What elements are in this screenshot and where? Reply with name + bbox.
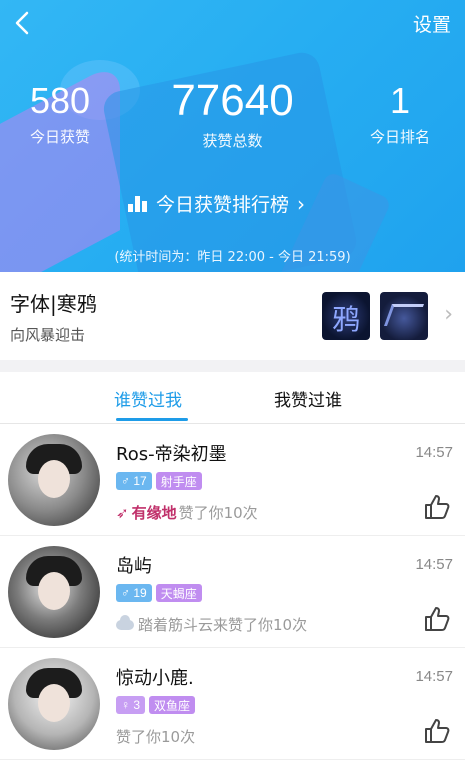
list-item[interactable]: 惊动小鹿. 14:57 ♀ 3 双鱼座 赞了你10次 bbox=[0, 648, 465, 760]
avatar[interactable] bbox=[8, 546, 100, 638]
font-title: 字体|寒鸦 bbox=[10, 292, 97, 316]
total-likes-stat: 77640 获赞总数 bbox=[150, 76, 315, 151]
user-name: 岛屿 bbox=[116, 556, 152, 577]
user-name: 惊动小鹿. bbox=[116, 668, 194, 689]
like-count-text: 踏着筋斗云来赞了你10次 bbox=[138, 616, 308, 634]
fate-prefix: 有缘地 bbox=[131, 504, 177, 522]
zodiac-badge: 天蝎座 bbox=[155, 584, 202, 602]
thumbs-up-icon[interactable] bbox=[423, 494, 451, 520]
avatar[interactable] bbox=[8, 434, 100, 526]
tab-i-liked-who[interactable]: 我赞过谁 bbox=[274, 386, 342, 411]
chevron-right-icon: › bbox=[444, 302, 453, 327]
like-tabs: 谁赞过我 我赞过谁 bbox=[0, 372, 465, 424]
like-time: 14:57 bbox=[415, 444, 453, 461]
bar-chart-icon bbox=[128, 195, 148, 212]
user-name: Ros-帝染初墨 bbox=[116, 444, 227, 465]
like-description: 赞了你10次 bbox=[116, 726, 195, 747]
list-item[interactable]: Ros-帝染初墨 14:57 ♂ 17 射手座 ➶ 有缘地 赞了你10次 bbox=[0, 424, 465, 536]
crow-glyph-icon: 鸦 bbox=[332, 303, 361, 336]
crow-wing-icon bbox=[383, 304, 425, 326]
gender-age-badge: ♂ 19 bbox=[116, 584, 152, 602]
user-badges: ♂ 19 天蝎座 bbox=[116, 584, 202, 602]
like-count-text: 赞了你10次 bbox=[178, 504, 258, 522]
today-likes-stat: 580 今日获赞 bbox=[20, 80, 100, 147]
back-button[interactable] bbox=[10, 8, 34, 38]
user-badges: ♀ 3 双鱼座 bbox=[116, 696, 196, 714]
today-likes-value: 580 bbox=[29, 80, 91, 121]
gender-age-badge: ♀ 3 bbox=[116, 696, 146, 714]
today-rank-stat: 1 今日排名 bbox=[360, 80, 440, 147]
chevron-right-icon: › bbox=[297, 191, 306, 216]
tab-who-liked-me[interactable]: 谁赞过我 bbox=[114, 386, 182, 411]
total-likes-label: 获赞总数 bbox=[202, 132, 263, 150]
zodiac-badge: 双鱼座 bbox=[149, 696, 196, 714]
stat-period-note: (统计时间为：昨日 22:00 - 今日 21:59) bbox=[114, 250, 351, 265]
thumbs-up-icon[interactable] bbox=[423, 718, 451, 744]
today-likes-label: 今日获赞 bbox=[29, 128, 90, 146]
like-stats-header: 设置 580 今日获赞 77640 获赞总数 1 今日排名 今日获赞排行榜 › … bbox=[0, 0, 465, 272]
today-rank-label: 今日排名 bbox=[369, 128, 430, 146]
ranking-label: 今日获赞排行榜 bbox=[156, 194, 290, 216]
font-card[interactable]: 字体|寒鸦 向风暴迎击 鸦 › bbox=[0, 272, 465, 360]
zodiac-badge: 射手座 bbox=[155, 472, 202, 490]
active-tab-indicator bbox=[116, 418, 188, 421]
like-description: 踏着筋斗云来赞了你10次 bbox=[116, 614, 307, 635]
cupid-arrow-icon: ➶ bbox=[116, 503, 129, 522]
chevron-left-icon bbox=[15, 11, 29, 35]
list-item[interactable]: 岛屿 14:57 ♂ 19 天蝎座 踏着筋斗云来赞了你10次 bbox=[0, 536, 465, 648]
cloud-icon bbox=[116, 614, 134, 630]
gender-age-badge: ♂ 17 bbox=[116, 472, 152, 490]
like-time: 14:57 bbox=[415, 556, 453, 573]
like-count-text: 赞了你10次 bbox=[116, 728, 196, 746]
ranking-link[interactable]: 今日获赞排行榜 › bbox=[128, 190, 305, 217]
likes-list: Ros-帝染初墨 14:57 ♂ 17 射手座 ➶ 有缘地 赞了你10次 岛屿 … bbox=[0, 424, 465, 760]
avatar[interactable] bbox=[8, 658, 100, 750]
user-badges: ♂ 17 射手座 bbox=[116, 472, 202, 490]
total-likes-value: 77640 bbox=[171, 76, 294, 125]
like-time: 14:57 bbox=[415, 668, 453, 685]
font-preview-image bbox=[380, 292, 428, 340]
like-description: ➶ 有缘地 赞了你10次 bbox=[116, 502, 258, 523]
settings-button[interactable]: 设置 bbox=[413, 10, 451, 37]
thumbs-up-icon[interactable] bbox=[423, 606, 451, 632]
font-preview-image: 鸦 bbox=[322, 292, 370, 340]
font-subtitle: 向风暴迎击 bbox=[10, 326, 86, 344]
today-rank-value: 1 bbox=[389, 80, 411, 121]
